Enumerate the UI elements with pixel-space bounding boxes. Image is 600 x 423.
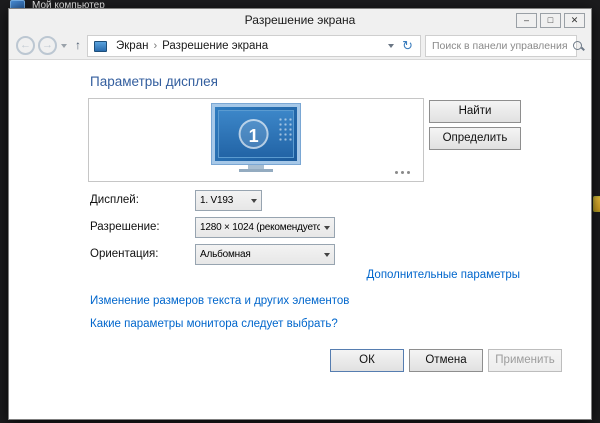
breadcrumb-item-current[interactable]: Разрешение экрана [158,40,272,52]
maximize-button[interactable]: □ [540,13,561,28]
resolution-select[interactable]: 1280 × 1024 (рекомендуется) [195,217,335,238]
search-input[interactable] [426,40,571,52]
address-bar[interactable]: Экран › Разрешение экрана ↻ [87,35,421,57]
cancel-button[interactable]: Отмена [409,349,483,372]
title-bar[interactable]: Разрешение экрана – □ ✕ [9,9,591,32]
window-title: Разрешение экрана [244,13,356,27]
desktop: Мой компьютер Разрешение экрана – □ ✕ ← … [0,0,600,423]
identify-button[interactable]: Определить [429,127,521,150]
forward-arrow-icon: → [42,39,53,51]
chevron-down-icon [320,225,334,230]
display-select-value: 1. V193 [200,195,234,206]
text-size-link[interactable]: Изменение размеров текста и других элеме… [90,295,349,307]
desktop-icon-partial [593,196,600,215]
background-item-label: Мой компьютер [32,0,105,8]
apply-button[interactable]: Применить [488,349,562,372]
forward-button[interactable]: → [38,36,57,55]
address-bar-controls: ↻ [388,40,420,53]
content-area: Параметры дисплея 1 Найти Определить Дис… [9,60,591,419]
search-box[interactable] [425,35,582,57]
resolution-label: Разрешение: [90,221,160,233]
display-select[interactable]: 1. V193 [195,190,262,211]
grip-dots-icon [395,171,410,174]
orientation-select-value: Альбомная [200,249,251,260]
monitor-number-badge: 1 [238,119,269,149]
screen-resolution-window: Разрешение экрана – □ ✕ ← → ↑ Экран › Ра… [8,8,592,420]
recent-pages-chevron-icon[interactable] [61,44,67,48]
refresh-icon[interactable]: ↻ [402,40,413,53]
navigation-bar: ← → ↑ Экран › Разрешение экрана ↻ [9,32,591,60]
pixel-grid-icon [278,117,293,143]
monitor-base [239,169,273,172]
detect-button[interactable]: Найти [429,100,521,123]
breadcrumb-item-root[interactable]: Экран [112,40,152,52]
monitor-help-link[interactable]: Какие параметры монитора следует выбрать… [90,318,338,330]
display-icon [94,40,107,52]
window-controls: – □ ✕ [516,13,585,28]
back-arrow-icon: ← [20,39,31,51]
orientation-label: Ориентация: [90,248,159,260]
monitor-1[interactable]: 1 [209,103,303,172]
background-item-partial: Мой компьютер [10,0,105,8]
address-dropdown-chevron-icon[interactable] [388,44,395,48]
ok-button[interactable]: ОК [330,349,404,372]
up-button[interactable]: ↑ [69,36,87,55]
display-label: Дисплей: [90,194,139,206]
page-title: Параметры дисплея [90,74,218,89]
resolution-select-value: 1280 × 1024 (рекомендуется) [200,222,320,233]
computer-icon [10,0,25,8]
chevron-down-icon [247,198,261,203]
display-preview[interactable]: 1 [88,98,424,182]
up-arrow-icon: ↑ [75,38,81,52]
minimize-button[interactable]: – [516,13,537,28]
close-button[interactable]: ✕ [564,13,585,28]
back-button[interactable]: ← [16,36,35,55]
monitor-icon: 1 [211,103,301,165]
advanced-settings-link[interactable]: Дополнительные параметры [367,269,521,281]
desktop-icon [593,196,600,212]
search-icon[interactable] [571,39,585,53]
orientation-select[interactable]: Альбомная [195,244,335,265]
chevron-down-icon [320,252,334,257]
